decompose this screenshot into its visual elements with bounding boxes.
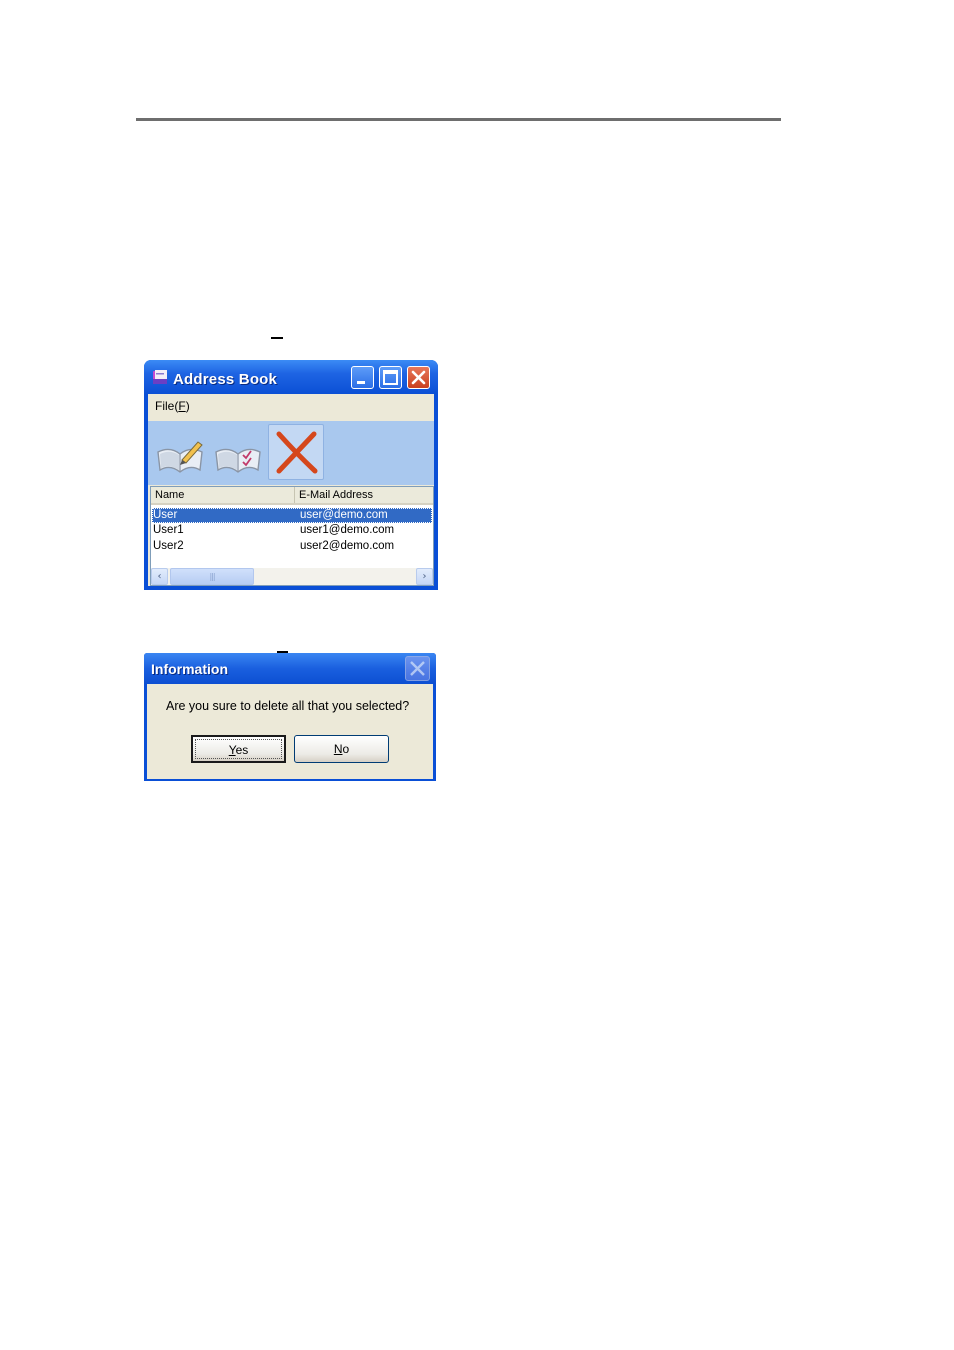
yes-button[interactable]: Yes (191, 735, 286, 763)
dialog-title: Information (151, 661, 228, 677)
scroll-thumb[interactable]: ||| (170, 568, 254, 585)
row-email: user2@demo.com (300, 540, 395, 552)
column-header-email[interactable]: E-Mail Address (295, 487, 433, 503)
close-button[interactable] (407, 366, 430, 389)
scroll-left-button[interactable]: ‹ (151, 568, 168, 585)
table-row[interactable]: User user@demo.com (152, 508, 432, 523)
column-header-name[interactable]: Name (151, 487, 295, 503)
information-dialog: Information Are you sure to delete all t… (144, 653, 436, 781)
menu-file[interactable]: File(F) (155, 399, 190, 413)
scroll-right-button[interactable]: › (416, 568, 433, 585)
menu-bar: File(F) (148, 394, 434, 418)
underline-mark (271, 337, 283, 339)
yes-label: es (235, 743, 249, 757)
table-row[interactable]: User1 user1@demo.com (152, 523, 432, 538)
no-button[interactable]: No (294, 735, 389, 763)
minimize-button[interactable] (351, 366, 374, 389)
dialog-client: Are you sure to delete all that you sele… (147, 684, 433, 779)
window-client: File(F) Name E-Mail Address User user@de… (148, 394, 434, 586)
maximize-icon (383, 370, 398, 385)
table-row[interactable]: User2 user2@demo.com (152, 539, 432, 554)
book-checklist-icon (215, 448, 261, 473)
dialog-title-bar[interactable]: Information (144, 653, 436, 684)
header-rule (136, 118, 781, 121)
no-label: o (342, 742, 350, 756)
list-header: Name E-Mail Address (151, 487, 433, 505)
dialog-message: Are you sure to delete all that you sele… (166, 699, 410, 713)
address-book-icon (153, 370, 167, 384)
horizontal-scrollbar[interactable]: ‹ ||| › (151, 568, 433, 585)
delete-contact-button[interactable] (268, 424, 324, 480)
close-icon (410, 661, 425, 676)
menu-file-label: File( (155, 399, 179, 413)
menu-file-accelerator: F (178, 399, 186, 413)
title-bar[interactable]: Address Book (144, 360, 438, 394)
address-book-window: Address Book File(F) Name E-Mail Address… (144, 360, 438, 590)
maximize-button[interactable] (379, 366, 402, 389)
minimize-icon (357, 381, 365, 384)
row-name: User (153, 509, 178, 521)
row-name: User2 (153, 540, 184, 552)
row-email: user@demo.com (300, 509, 388, 521)
toolbar (148, 421, 434, 485)
window-title: Address Book (173, 371, 278, 388)
edit-contact-button[interactable] (210, 424, 266, 480)
row-name: User1 (153, 524, 184, 536)
delete-x-icon (276, 431, 318, 474)
contacts-list: Name E-Mail Address User user@demo.com U… (150, 486, 434, 586)
dialog-close-button[interactable] (405, 656, 430, 681)
menu-file-paren: ) (185, 399, 190, 413)
book-pencil-icon (157, 441, 203, 473)
new-contact-button[interactable] (152, 424, 208, 480)
yes-accelerator: Y (228, 743, 236, 757)
row-email: user1@demo.com (300, 524, 395, 536)
close-icon (411, 370, 426, 385)
